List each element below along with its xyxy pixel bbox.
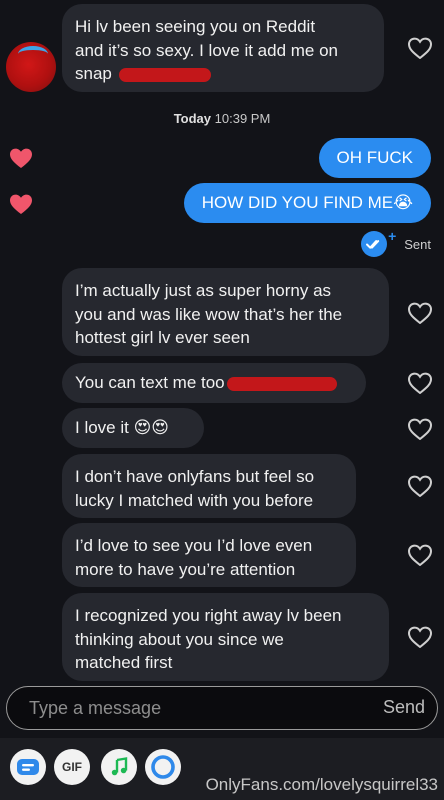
- send-button[interactable]: Send: [383, 687, 425, 728]
- message-line: hottest girl lv ever seen: [75, 328, 250, 347]
- redaction-mark: [226, 376, 337, 391]
- message-bubble[interactable]: I recognized you right away lv been thin…: [62, 593, 389, 681]
- heart-filled-icon[interactable]: [9, 147, 33, 169]
- message-input[interactable]: [27, 687, 351, 730]
- heart-outline-icon[interactable]: [408, 475, 432, 497]
- watermark: OnlyFans.com/lovelysquirrel33: [205, 775, 438, 794]
- redaction-mark: [118, 67, 211, 82]
- heart-outline-icon[interactable]: [408, 626, 432, 648]
- message-line: more to have you’re attention: [75, 559, 296, 579]
- avatar-accent: [18, 46, 48, 62]
- message-composer: Send: [6, 686, 438, 730]
- message-bubble[interactable]: I love it 😍😍: [62, 408, 204, 448]
- message-bubble-outgoing[interactable]: OH FUCK: [318, 138, 431, 178]
- message-line: lucky I matched with you before: [75, 490, 314, 510]
- loop-button[interactable]: [145, 749, 181, 785]
- message-line: snap: [75, 64, 112, 83]
- heart-outline-icon[interactable]: [408, 302, 432, 324]
- message-bubble[interactable]: I don’t have onlyfans but feel so lucky …: [62, 454, 356, 518]
- music-button[interactable]: [101, 749, 137, 785]
- message-line: I’d love to see you I’d love even: [75, 536, 313, 555]
- message-line: I love it 😍😍: [75, 418, 170, 437]
- message-line: you and was like wow that’s her the: [75, 304, 343, 324]
- message-bubble[interactable]: I’m actually just as super horny as you …: [62, 268, 389, 356]
- message-line: I recognized you right away lv been: [75, 606, 342, 625]
- sticker-icon: [17, 759, 39, 775]
- message-line: and it’s so sexy. I love it add me on: [75, 40, 339, 60]
- double-check-icon: [361, 231, 388, 257]
- sent-status: + Sent: [361, 228, 431, 258]
- message-line: I’m actually just as super horny as: [75, 281, 332, 300]
- sticker-button[interactable]: [10, 749, 46, 785]
- heart-filled-icon[interactable]: [9, 193, 33, 215]
- music-icon: [111, 757, 128, 776]
- heart-outline-icon[interactable]: [408, 372, 432, 394]
- heart-outline-icon[interactable]: [408, 37, 432, 59]
- gif-icon: GIF: [62, 760, 82, 774]
- message-line: You can text me too: [75, 373, 225, 392]
- sent-label: Sent: [404, 236, 431, 252]
- message-line: I don’t have onlyfans but feel so: [75, 467, 315, 486]
- message-bubble[interactable]: You can text me too: [62, 363, 366, 403]
- message-line: Hi lv been seeing you on Reddit: [75, 17, 316, 36]
- timestamp: Today 10:39 PM: [173, 111, 271, 126]
- heart-outline-icon[interactable]: [408, 418, 432, 440]
- message-bubble[interactable]: I’d love to see you I’d love even more t…: [62, 523, 356, 587]
- chat-area: Hi lv been seeing you on Reddit and it’s…: [0, 0, 444, 686]
- gif-button[interactable]: GIF: [54, 749, 90, 785]
- message-line: matched first: [75, 653, 173, 672]
- message-line: thinking about you since we: [75, 629, 284, 649]
- circle-icon: [151, 755, 175, 779]
- plus-icon: +: [388, 228, 397, 244]
- message-bubble-outgoing[interactable]: HOW DID YOU FIND ME😭: [183, 183, 431, 223]
- message-bubble[interactable]: Hi lv been seeing you on Reddit and it’s…: [62, 4, 384, 92]
- heart-outline-icon[interactable]: [408, 544, 432, 566]
